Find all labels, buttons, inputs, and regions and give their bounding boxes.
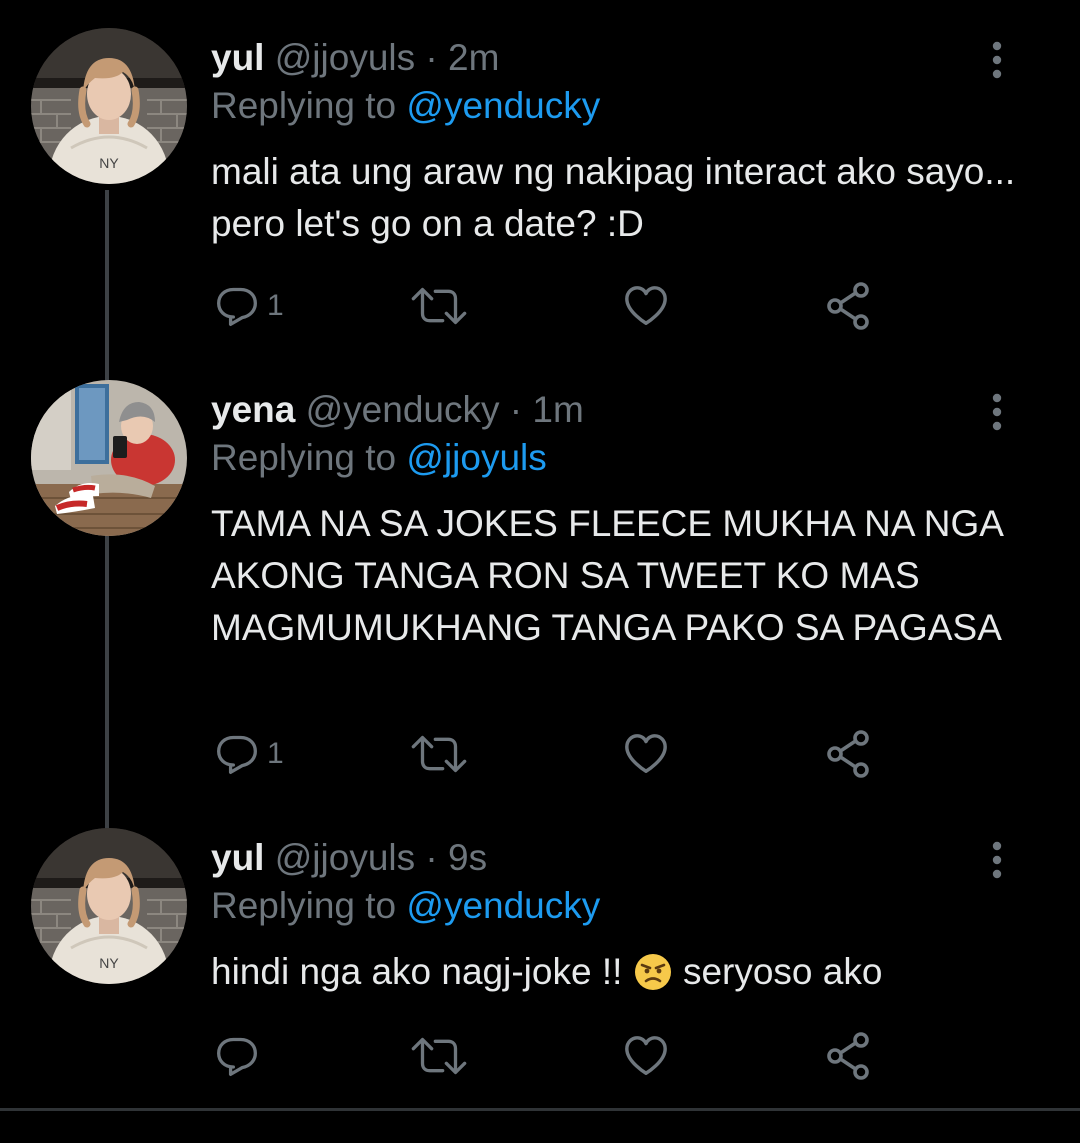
tweet-text-part: hindi nga ako nagj-joke !! xyxy=(211,951,633,992)
replying-to-label: Replying to xyxy=(211,437,397,478)
like-icon xyxy=(623,283,669,329)
username[interactable]: @yenducky xyxy=(306,389,500,430)
share-button[interactable] xyxy=(825,1026,873,1086)
share-button[interactable] xyxy=(825,724,873,784)
share-icon xyxy=(825,1032,873,1080)
more-icon[interactable] xyxy=(982,40,1012,80)
replying-to: Replying to @yenducky xyxy=(211,880,600,932)
replying-to: Replying to @yenducky xyxy=(211,80,600,132)
like-button[interactable] xyxy=(623,276,669,336)
tweet-actions: 1 xyxy=(211,276,891,336)
tweet-header: yul @jjoyuls · 2m xyxy=(211,28,499,88)
divider xyxy=(0,1108,1080,1111)
reply-button[interactable]: 1 xyxy=(215,276,284,336)
reply-button[interactable]: 1 xyxy=(215,724,284,784)
separator-dot: · xyxy=(425,37,438,78)
conversation-thread: yul @jjoyuls · 2m Replying to @yenducky … xyxy=(0,0,1080,1143)
reply-count: 1 xyxy=(267,289,284,322)
share-button[interactable] xyxy=(825,276,873,336)
tweet[interactable]: yul @jjoyuls · 9s Replying to @yenducky … xyxy=(0,828,1080,1098)
separator-dot: · xyxy=(509,389,523,430)
reply-icon xyxy=(215,284,259,328)
avatar-yul[interactable] xyxy=(31,828,187,984)
username[interactable]: @jjoyuls xyxy=(275,37,415,78)
angry-face-emoji xyxy=(633,952,673,992)
more-icon[interactable] xyxy=(982,392,1012,432)
retweet-icon xyxy=(411,1034,467,1078)
like-button[interactable] xyxy=(623,724,669,784)
replying-to-label: Replying to xyxy=(211,885,397,926)
tweet-header: yul @jjoyuls · 9s xyxy=(211,828,487,888)
replying-to-mention[interactable]: @yenducky xyxy=(406,85,600,126)
replying-to-mention[interactable]: @jjoyuls xyxy=(406,437,546,478)
reply-button[interactable] xyxy=(215,1026,267,1086)
tweet-text: TAMA NA SA JOKES FLEECE MUKHA NA NGA AKO… xyxy=(211,503,1011,648)
tweet[interactable]: yena @yenducky · 1m Replying to @jjoyuls… xyxy=(0,380,1080,810)
timestamp[interactable]: 9s xyxy=(448,837,487,878)
replying-to-label: Replying to xyxy=(211,85,397,126)
tweet-text: mali ata ung araw ng nakipag interact ak… xyxy=(211,151,1026,244)
retweet-button[interactable] xyxy=(411,1026,467,1086)
tweet[interactable]: yul @jjoyuls · 2m Replying to @yenducky … xyxy=(0,28,1080,358)
reply-count: 1 xyxy=(267,737,284,770)
separator-dot: · xyxy=(425,837,438,878)
retweet-icon xyxy=(411,732,467,776)
retweet-button[interactable] xyxy=(411,276,467,336)
like-button[interactable] xyxy=(623,1026,669,1086)
display-name[interactable]: yul xyxy=(211,837,264,878)
timestamp[interactable]: 2m xyxy=(448,37,499,78)
timestamp[interactable]: 1m xyxy=(532,389,583,430)
more-icon[interactable] xyxy=(982,840,1012,880)
share-icon xyxy=(825,730,873,778)
tweet-actions: 1 xyxy=(211,724,891,784)
avatar-yena[interactable] xyxy=(31,380,187,536)
share-icon xyxy=(825,282,873,330)
display-name[interactable]: yena xyxy=(211,389,295,430)
tweet-actions xyxy=(211,1026,891,1086)
username[interactable]: @jjoyuls xyxy=(275,837,415,878)
reply-icon xyxy=(215,1034,259,1078)
like-icon xyxy=(623,731,669,777)
reply-icon xyxy=(215,732,259,776)
tweet-header: yena @yenducky · 1m xyxy=(211,380,584,440)
tweet-text: hindi nga ako nagj-joke !! seryoso ako xyxy=(211,946,1031,998)
display-name[interactable]: yul xyxy=(211,37,264,78)
replying-to: Replying to @jjoyuls xyxy=(211,432,547,484)
retweet-button[interactable] xyxy=(411,724,467,784)
like-icon xyxy=(623,1033,669,1079)
replying-to-mention[interactable]: @yenducky xyxy=(406,885,600,926)
avatar-yul[interactable] xyxy=(31,28,187,184)
retweet-icon xyxy=(411,284,467,328)
tweet-text-part: seryoso ako xyxy=(672,951,883,992)
